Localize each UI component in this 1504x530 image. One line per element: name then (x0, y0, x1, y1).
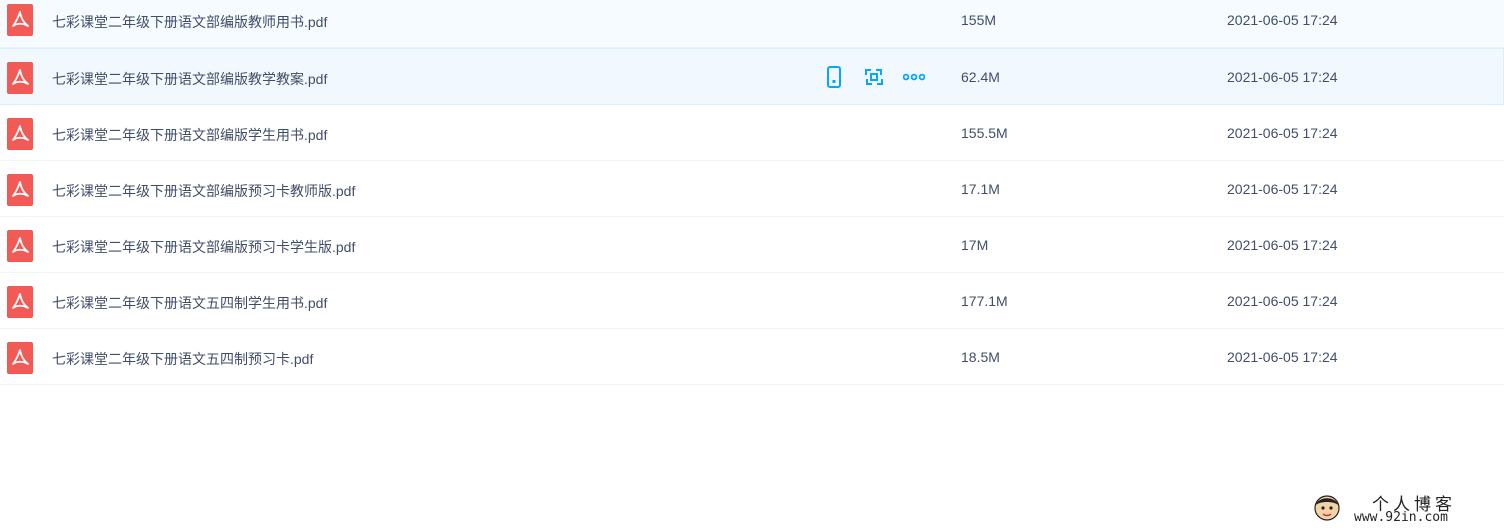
file-row[interactable]: 七彩课堂二年级下册语文部编版预习卡教师版.pdf 17.1M 2021-06-0… (0, 161, 1504, 217)
file-date: 2021-06-05 17:24 (1227, 69, 1338, 85)
pdf-file-icon (7, 4, 33, 36)
row-actions (822, 65, 942, 89)
file-date: 2021-06-05 17:24 (1227, 349, 1338, 365)
file-row[interactable]: 七彩课堂二年级下册语文部编版学生用书.pdf 155.5M 2021-06-05… (0, 105, 1504, 161)
pdf-file-icon (7, 230, 33, 262)
file-name[interactable]: 七彩课堂二年级下册语文五四制预习卡.pdf (52, 349, 313, 369)
file-row[interactable]: 七彩课堂二年级下册语文部编版预习卡学生版.pdf 17M 2021-06-05 … (0, 217, 1504, 273)
share-icon[interactable] (862, 65, 886, 89)
file-name[interactable]: 七彩课堂二年级下册语文部编版教学教案.pdf (52, 69, 327, 89)
file-name[interactable]: 七彩课堂二年级下册语文五四制学生用书.pdf (52, 293, 327, 313)
file-name[interactable]: 七彩课堂二年级下册语文部编版教师用书.pdf (52, 12, 327, 32)
pdf-file-icon (7, 342, 33, 374)
file-row[interactable]: 七彩课堂二年级下册语文五四制学生用书.pdf 177.1M 2021-06-05… (0, 273, 1504, 329)
file-row[interactable]: 七彩课堂二年级下册语文五四制预习卡.pdf 18.5M 2021-06-05 1… (0, 329, 1504, 385)
file-size: 62.4M (961, 69, 1000, 85)
file-size: 17.1M (961, 181, 1000, 197)
file-date: 2021-06-05 17:24 (1227, 125, 1338, 141)
pdf-file-icon (7, 62, 33, 94)
more-icon[interactable] (902, 65, 926, 89)
file-size: 155.5M (961, 125, 1008, 141)
file-size: 17M (961, 237, 989, 253)
file-size: 18.5M (961, 349, 1000, 365)
pdf-file-icon (7, 286, 33, 318)
file-name[interactable]: 七彩课堂二年级下册语文部编版预习卡学生版.pdf (52, 237, 355, 257)
pdf-file-icon (7, 174, 33, 206)
file-name[interactable]: 七彩课堂二年级下册语文部编版学生用书.pdf (52, 125, 327, 145)
file-date: 2021-06-05 17:24 (1227, 181, 1338, 197)
watermark-url: www.92in.com (1354, 510, 1448, 525)
file-list: 七彩课堂二年级下册语文部编版教师用书.pdf 155M 2021-06-05 1… (0, 0, 1504, 385)
pdf-file-icon (7, 118, 33, 150)
file-date: 2021-06-05 17:24 (1227, 293, 1338, 309)
file-name[interactable]: 七彩课堂二年级下册语文部编版预习卡教师版.pdf (52, 181, 355, 201)
watermark: 个人博客 www.92in.com (1312, 490, 1492, 526)
file-row[interactable]: 七彩课堂二年级下册语文部编版教学教案.pdf 62.4M 2021-06-05 … (0, 48, 1504, 105)
file-date: 2021-06-05 17:24 (1227, 237, 1338, 253)
phone-icon[interactable] (822, 65, 846, 89)
file-size: 177.1M (961, 293, 1008, 309)
file-date: 2021-06-05 17:24 (1227, 12, 1338, 28)
cartoon-face-icon (1314, 495, 1340, 521)
file-size: 155M (961, 12, 997, 28)
file-row[interactable]: 七彩课堂二年级下册语文部编版教师用书.pdf 155M 2021-06-05 1… (0, 0, 1504, 48)
